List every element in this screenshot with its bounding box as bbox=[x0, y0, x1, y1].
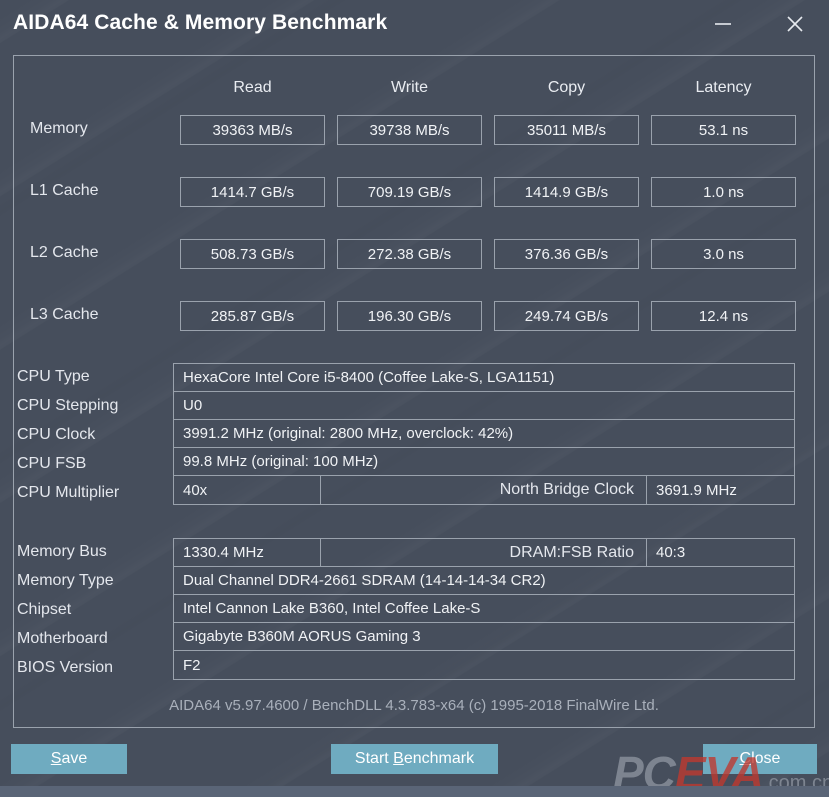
close-icon bbox=[785, 14, 805, 34]
north-bridge-clock-label: North Bridge Clock bbox=[499, 481, 634, 498]
minimize-icon bbox=[712, 18, 734, 30]
column-header-read: Read bbox=[233, 79, 272, 96]
close-dialog-button-label: Close bbox=[739, 750, 781, 767]
bios-version-row: F2 bbox=[174, 651, 794, 679]
start-benchmark-button[interactable]: Start Benchmark bbox=[331, 744, 498, 774]
memory-bus-row: 1330.4 MHz DRAM:FSB Ratio 40:3 bbox=[174, 539, 794, 567]
chipset-row: Intel Cannon Lake B360, Intel Coffee Lak… bbox=[174, 595, 794, 623]
l3-copy-value: 249.74 GB/s bbox=[494, 301, 639, 331]
row-label-memory: Memory bbox=[30, 120, 88, 137]
chipset-value: Intel Cannon Lake B360, Intel Coffee Lak… bbox=[183, 600, 481, 617]
l2-write-value: 272.38 GB/s bbox=[337, 239, 482, 269]
cpu-type-value: HexaCore Intel Core i5-8400 (Coffee Lake… bbox=[183, 369, 555, 386]
cpu-stepping-row: U0 bbox=[174, 392, 794, 420]
save-button[interactable]: Save bbox=[11, 744, 127, 774]
label-memory-bus: Memory Bus bbox=[17, 543, 107, 560]
cpu-multiplier-row: 40x North Bridge Clock 3691.9 MHz bbox=[174, 476, 794, 504]
label-cpu-fsb: CPU FSB bbox=[17, 455, 87, 472]
cpu-fsb-row: 99.8 MHz (original: 100 MHz) bbox=[174, 448, 794, 476]
minimize-button[interactable] bbox=[700, 3, 746, 45]
column-header-write: Write bbox=[390, 79, 429, 96]
aida64-benchmark-window: AIDA64 Cache & Memory Benchmark Read Wri… bbox=[0, 0, 829, 797]
label-motherboard: Motherboard bbox=[17, 630, 108, 647]
l2-read-value: 508.73 GB/s bbox=[180, 239, 325, 269]
label-memory-type: Memory Type bbox=[17, 572, 114, 589]
l1-write-value: 709.19 GB/s bbox=[337, 177, 482, 207]
l3-latency-value: 12.4 ns bbox=[651, 301, 796, 331]
l1-latency-value: 1.0 ns bbox=[651, 177, 796, 207]
label-cpu-clock: CPU Clock bbox=[17, 426, 96, 443]
l3-read-value: 285.87 GB/s bbox=[180, 301, 325, 331]
row-label-l2-cache: L2 Cache bbox=[30, 244, 99, 261]
column-header-latency: Latency bbox=[695, 79, 752, 96]
cpu-clock-row: 3991.2 MHz (original: 2800 MHz, overcloc… bbox=[174, 420, 794, 448]
window-bottom-strip bbox=[0, 786, 829, 797]
l3-write-value: 196.30 GB/s bbox=[337, 301, 482, 331]
motherboard-row: Gigabyte B360M AORUS Gaming 3 bbox=[174, 623, 794, 651]
l2-copy-value: 376.36 GB/s bbox=[494, 239, 639, 269]
cpu-clock-value: 3991.2 MHz (original: 2800 MHz, overcloc… bbox=[183, 425, 514, 442]
close-button[interactable] bbox=[772, 3, 818, 45]
memory-bus-value: 1330.4 MHz bbox=[174, 539, 321, 566]
l1-read-value: 1414.7 GB/s bbox=[180, 177, 325, 207]
label-cpu-type: CPU Type bbox=[17, 368, 90, 385]
memory-type-value: Dual Channel DDR4-2661 SDRAM (14-14-14-3… bbox=[183, 572, 546, 589]
memory-type-row: Dual Channel DDR4-2661 SDRAM (14-14-14-3… bbox=[174, 567, 794, 595]
memory-copy-value: 35011 MB/s bbox=[494, 115, 639, 145]
row-label-l1-cache: L1 Cache bbox=[30, 182, 99, 199]
memory-read-value: 39363 MB/s bbox=[180, 115, 325, 145]
label-cpu-stepping: CPU Stepping bbox=[17, 397, 119, 414]
l1-copy-value: 1414.9 GB/s bbox=[494, 177, 639, 207]
cpu-fsb-value: 99.8 MHz (original: 100 MHz) bbox=[183, 453, 379, 470]
label-cpu-multiplier: CPU Multiplier bbox=[17, 484, 120, 501]
version-info-text: AIDA64 v5.97.4600 / BenchDLL 4.3.783-x64… bbox=[169, 697, 659, 714]
bios-version-value: F2 bbox=[183, 656, 201, 674]
north-bridge-clock-value: 3691.9 MHz bbox=[646, 476, 794, 504]
window-title: AIDA64 Cache & Memory Benchmark bbox=[13, 11, 388, 34]
title-bar: AIDA64 Cache & Memory Benchmark bbox=[0, 0, 829, 50]
dram-fsb-ratio-value: 40:3 bbox=[646, 539, 794, 566]
l2-latency-value: 3.0 ns bbox=[651, 239, 796, 269]
memory-write-value: 39738 MB/s bbox=[337, 115, 482, 145]
label-bios-version: BIOS Version bbox=[17, 659, 114, 676]
dram-fsb-ratio-label: DRAM:FSB Ratio bbox=[509, 543, 634, 561]
cpu-stepping-value: U0 bbox=[183, 397, 203, 414]
memory-latency-value: 53.1 ns bbox=[651, 115, 796, 145]
save-button-label: Save bbox=[50, 750, 88, 767]
close-dialog-button[interactable]: Close bbox=[703, 744, 817, 774]
start-benchmark-button-label: Start Benchmark bbox=[354, 750, 475, 767]
row-label-l3-cache: L3 Cache bbox=[30, 306, 99, 323]
memory-info-table: 1330.4 MHz DRAM:FSB Ratio 40:3 Dual Chan… bbox=[173, 538, 795, 680]
cpu-multiplier-value: 40x bbox=[174, 476, 321, 504]
motherboard-value: Gigabyte B360M AORUS Gaming 3 bbox=[183, 628, 421, 645]
cpu-info-table: HexaCore Intel Core i5-8400 (Coffee Lake… bbox=[173, 363, 795, 505]
label-chipset: Chipset bbox=[17, 601, 72, 618]
cpu-type-row: HexaCore Intel Core i5-8400 (Coffee Lake… bbox=[174, 364, 794, 392]
column-header-copy: Copy bbox=[547, 79, 586, 96]
